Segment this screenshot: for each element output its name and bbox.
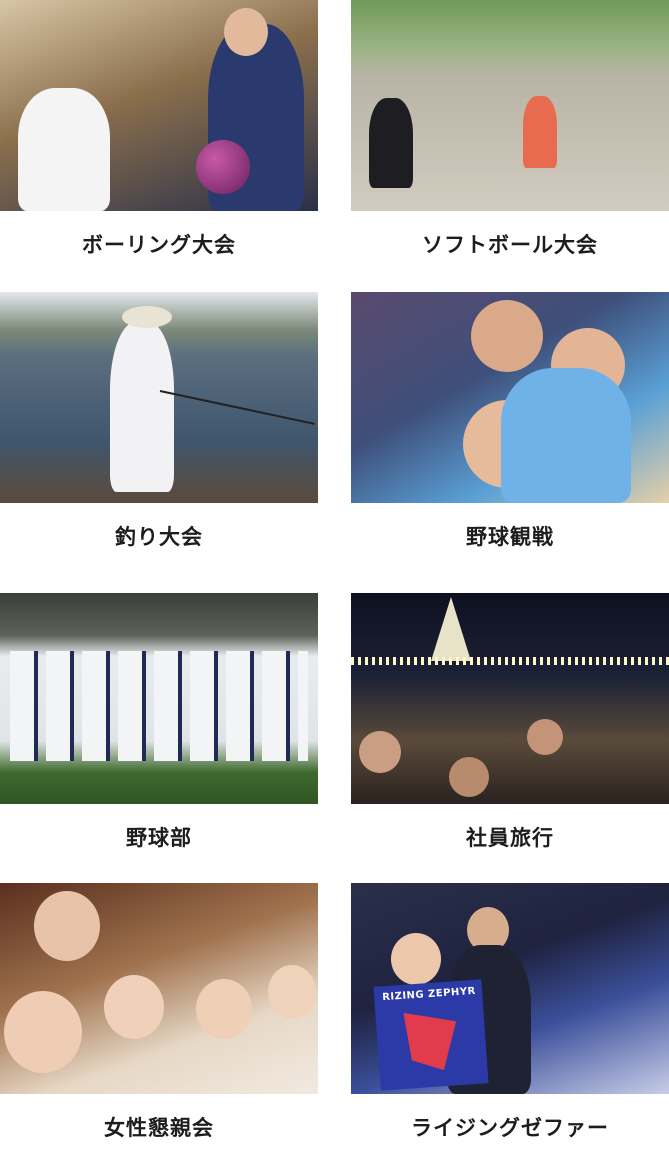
person-head — [268, 965, 316, 1019]
person-head — [224, 8, 268, 56]
activity-card-womens-social[interactable]: 女性懇親会 — [0, 883, 318, 1153]
batter-figure — [523, 96, 557, 168]
fishing-photo — [0, 292, 318, 503]
activity-caption: 社員旅行 — [466, 826, 554, 850]
activity-caption: 野球部 — [126, 826, 192, 850]
baseball-watching-photo — [351, 292, 669, 503]
person-head — [527, 719, 563, 755]
sun-hat — [122, 306, 172, 328]
bowling-ball — [196, 140, 250, 194]
team-logo-mark — [403, 1009, 459, 1072]
person-figure — [501, 368, 631, 503]
christmas-tree — [431, 597, 471, 661]
person-head — [34, 891, 100, 961]
activity-card-softball[interactable]: ソフトボール大会 — [351, 0, 669, 270]
rising-zephyr-photo: RIZING ZEPHYR — [351, 883, 669, 1094]
person-head — [471, 300, 543, 372]
activities-grid: ボーリング大会 ソフトボール大会 釣り大会 野球観戦 野球部 社員旅行 女性懇親… — [0, 0, 669, 1163]
person-head — [4, 991, 82, 1073]
catcher-figure — [369, 98, 413, 188]
string-lights — [351, 657, 669, 665]
person-head — [196, 979, 252, 1039]
team-front-row — [10, 705, 308, 761]
softball-photo — [351, 0, 669, 211]
womens-social-photo — [0, 883, 318, 1094]
baseball-team-photo — [0, 593, 318, 804]
activity-caption: 釣り大会 — [115, 525, 203, 549]
team-back-row — [10, 651, 308, 707]
company-trip-photo — [351, 593, 669, 804]
activity-caption: ソフトボール大会 — [422, 233, 598, 257]
activity-card-company-trip[interactable]: 社員旅行 — [351, 593, 669, 863]
fishing-rod — [159, 390, 315, 425]
activity-caption: 女性懇親会 — [104, 1116, 214, 1140]
person-head — [391, 933, 441, 985]
activity-card-baseball-watching[interactable]: 野球観戦 — [351, 292, 669, 562]
person-head — [104, 975, 164, 1039]
activity-card-rising-zephyr[interactable]: RIZING ZEPHYR ライジングゼファー — [351, 883, 669, 1153]
bowling-photo — [0, 0, 318, 211]
activity-caption: ボーリング大会 — [82, 233, 236, 257]
person-head — [359, 731, 401, 773]
team-sign-text: RIZING ZEPHYR — [381, 985, 477, 1004]
activity-card-fishing[interactable]: 釣り大会 — [0, 292, 318, 562]
activity-caption: 野球観戦 — [466, 525, 554, 549]
team-sign: RIZING ZEPHYR — [373, 979, 489, 1091]
person-figure — [18, 88, 110, 211]
activity-card-baseball-club[interactable]: 野球部 — [0, 593, 318, 863]
activity-caption: ライジングゼファー — [411, 1116, 609, 1140]
person-head — [449, 757, 489, 797]
angler-figure — [110, 322, 174, 492]
activity-card-bowling[interactable]: ボーリング大会 — [0, 0, 318, 270]
